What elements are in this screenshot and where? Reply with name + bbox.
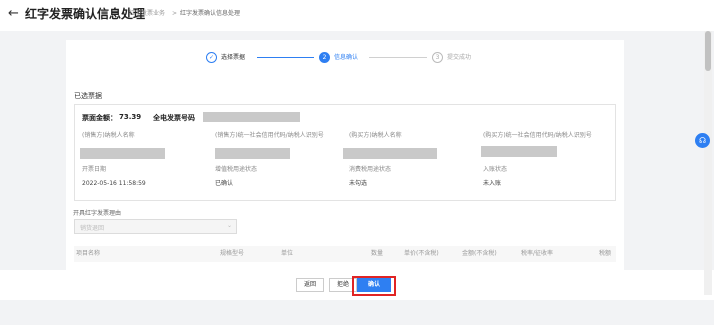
consumption-status-value: 未勾选	[349, 180, 368, 187]
breadcrumb-current: 红字发票确认信息处理	[180, 10, 241, 17]
seller-name-label: (销售方)纳税人名称	[82, 132, 135, 139]
redacted-buyer-name	[343, 148, 437, 159]
back-arrow-icon[interactable]: ←	[8, 7, 19, 21]
vat-status-value: 已确认	[215, 180, 234, 187]
step-connector-done	[257, 57, 314, 58]
redacted-invoice-code	[203, 112, 300, 122]
invoice-info-box: 票面金额： 73.39 全电发票号码 (销售方)纳税人名称 (销售方)统一社会信…	[74, 104, 616, 201]
page-title: 红字发票确认信息处理	[25, 7, 146, 21]
redacted-seller-id	[215, 148, 290, 159]
issue-date-label: 开票日期	[82, 166, 107, 173]
scrollbar[interactable]	[704, 31, 712, 295]
step-connector-pending	[369, 57, 427, 58]
buyer-name-label: (购买方)纳税人名称	[349, 132, 402, 139]
buyer-id-label: (购买方)统一社会信用代码/纳税人识别号	[483, 132, 592, 139]
chevron-down-icon: ⌄	[226, 222, 232, 229]
account-status-label: 入账状态	[483, 166, 508, 173]
reason-label: 开具红字发票理由	[73, 210, 122, 217]
back-button[interactable]: 返回	[296, 278, 324, 292]
footer-actions: 返回 拒绝 确认	[0, 270, 714, 300]
step-label-confirm: 信息确认	[334, 54, 359, 61]
th-quantity: 数量	[371, 250, 384, 257]
step-done-check-icon: ✓	[206, 52, 217, 63]
items-table-header: 项目名称 规格型号 单位 数量 单价(不含税) 金额(不含税) 税率/征收率 税…	[74, 246, 616, 262]
step-label-success: 提交成功	[447, 54, 472, 61]
issue-date-value: 2022-05-16 11:58:59	[82, 180, 146, 187]
reason-select-value: 销货退回	[80, 225, 105, 232]
consumption-status-label: 消费税用途状态	[349, 166, 392, 173]
step-pending-number-icon: 3	[432, 52, 443, 63]
th-tax-rate: 税率/征收率	[521, 250, 554, 257]
invoice-code-label: 全电发票号码	[153, 114, 195, 122]
main-card: ✓ 选择票据 2 信息确认 3 提交成功 已选票据 票面金额： 73.39 全电…	[66, 40, 624, 270]
th-unit-price: 单价(不含税)	[404, 250, 439, 257]
section-title: 已选票据	[74, 92, 102, 100]
step-label-select: 选择票据	[221, 54, 246, 61]
th-tax: 税额	[599, 250, 612, 257]
breadcrumb-parent[interactable]: 红字发票业务	[129, 10, 165, 18]
headset-icon[interactable]: ☊	[695, 133, 710, 148]
th-unit: 单位	[281, 250, 294, 257]
th-spec: 规格型号	[220, 250, 245, 257]
th-item-name: 项目名称	[76, 250, 101, 257]
account-status-value: 未入账	[483, 180, 502, 187]
redacted-seller-name	[80, 148, 165, 159]
seller-id-label: (销售方)统一社会信用代码/纳税人识别号	[215, 132, 324, 139]
redacted-buyer-id	[481, 146, 557, 157]
amount-label: 票面金额：	[82, 114, 117, 122]
confirm-highlight-box	[352, 276, 396, 296]
breadcrumb-separator-icon: >	[172, 10, 178, 17]
step-indicator: ✓ 选择票据 2 信息确认 3 提交成功	[66, 48, 624, 70]
scrollbar-thumb[interactable]	[705, 31, 711, 71]
th-amount: 金额(不含税)	[462, 250, 497, 257]
vat-status-label: 增值税用途状态	[215, 166, 258, 173]
top-header: ← 红字发票确认信息处理 红字发票业务 > 红字发票确认信息处理	[0, 0, 714, 31]
reason-select[interactable]: 销货退回 ⌄	[74, 219, 237, 234]
step-active-number-icon: 2	[319, 52, 330, 63]
amount-value: 73.39	[119, 113, 142, 121]
